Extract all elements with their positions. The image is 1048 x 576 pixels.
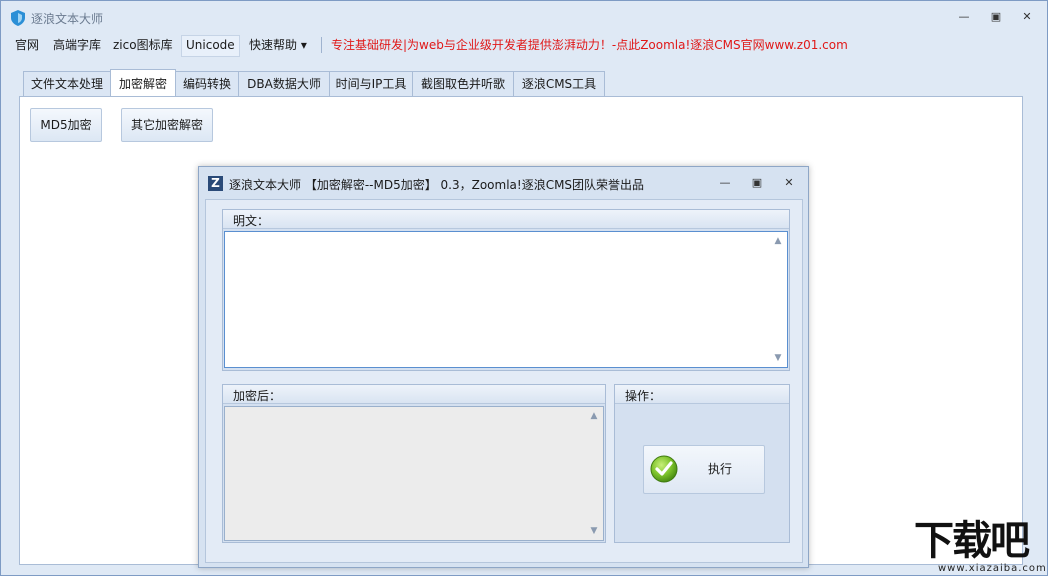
operation-group: 操作： 执行 (614, 384, 790, 543)
tab-dba[interactable]: DBA数据大师 (238, 71, 330, 96)
menu-bar: 官网 高端字库 zico图标库 Unicode 快速帮助 ▾ 专注基础研发|为w… (7, 33, 1039, 57)
tab-encrypt-decrypt[interactable]: 加密解密 (110, 69, 176, 96)
tab-encoding[interactable]: 编码转换 (175, 71, 239, 96)
scroll-up-icon[interactable]: ▲ (770, 234, 786, 248)
tab-screenshot-music[interactable]: 截图取色并听歌 (412, 71, 514, 96)
site-watermark: 下载吧 www.xiazaiba.com (908, 518, 1048, 576)
encrypted-group: 加密后： ▲ ▼ (222, 384, 606, 543)
md5-encrypt-button[interactable]: MD5加密 (30, 108, 102, 142)
encrypted-output[interactable] (224, 406, 604, 541)
watermark-logo: 下载吧 (914, 518, 1030, 564)
plaintext-scrollbar[interactable]: ▲ ▼ (770, 232, 786, 367)
dialog-restore-icon[interactable]: ▣ (747, 175, 767, 191)
menu-separator (321, 37, 322, 53)
execute-button[interactable]: 执行 (643, 445, 765, 494)
close-icon[interactable]: ✕ (1016, 8, 1038, 26)
menu-quick-help[interactable]: 快速帮助 ▾ (245, 35, 311, 55)
shield-app-icon (11, 10, 25, 26)
dialog-minimize-icon[interactable]: — (715, 175, 735, 191)
tab-cms-tools[interactable]: 逐浪CMS工具 (513, 71, 605, 96)
window-title: 逐浪文本大师 (31, 12, 104, 26)
other-encrypt-button[interactable]: 其它加密解密 (121, 108, 213, 142)
plaintext-input[interactable] (224, 231, 788, 368)
operation-label: 操作： (625, 389, 662, 403)
menu-unicode[interactable]: Unicode (181, 35, 240, 57)
plaintext-label: 明文： (233, 214, 270, 228)
plaintext-group: 明文： ▲ ▼ (222, 209, 790, 371)
zoomla-logo-icon: Z (208, 176, 223, 191)
checkmark-icon (650, 455, 678, 483)
minimize-icon[interactable]: — (953, 8, 975, 26)
encrypted-scrollbar[interactable]: ▲ ▼ (586, 407, 602, 540)
dialog-title: 逐浪文本大师 【加密解密--MD5加密】 0.3，Zoomla!逐浪CMS团队荣… (229, 178, 645, 192)
title-bar: 逐浪文本大师 — ▣ ✕ (1, 1, 1047, 33)
promo-banner-link[interactable]: 专注基础研发|为web与企业级开发者提供澎湃动力！-点此Zoomla!逐浪CMS… (331, 35, 848, 55)
main-window: 逐浪文本大师 — ▣ ✕ 官网 高端字库 zico图标库 Unicode 快速帮… (0, 0, 1048, 576)
menu-font-library[interactable]: 高端字库 (49, 35, 105, 55)
scroll-down-icon[interactable]: ▼ (586, 524, 602, 538)
tab-file-text[interactable]: 文件文本处理 (23, 71, 111, 96)
menu-zico-icons[interactable]: zico图标库 (109, 35, 177, 55)
scroll-down-icon[interactable]: ▼ (770, 351, 786, 365)
execute-label: 执行 (708, 462, 733, 476)
dialog-close-icon[interactable]: ✕ (779, 175, 799, 191)
tab-time-ip[interactable]: 时间与IP工具 (329, 71, 413, 96)
dialog-title-bar: Z 逐浪文本大师 【加密解密--MD5加密】 0.3，Zoomla!逐浪CMS团… (199, 167, 808, 199)
md5-dialog: Z 逐浪文本大师 【加密解密--MD5加密】 0.3，Zoomla!逐浪CMS团… (198, 166, 809, 568)
watermark-url: www.xiazaiba.com (938, 563, 1047, 574)
restore-icon[interactable]: ▣ (985, 8, 1007, 26)
scroll-up-icon[interactable]: ▲ (586, 409, 602, 423)
encrypted-label: 加密后： (233, 389, 282, 403)
menu-official-site[interactable]: 官网 (11, 35, 43, 55)
dialog-body: 明文： ▲ ▼ 加密后： ▲ ▼ 操作： 执行 (205, 199, 803, 563)
